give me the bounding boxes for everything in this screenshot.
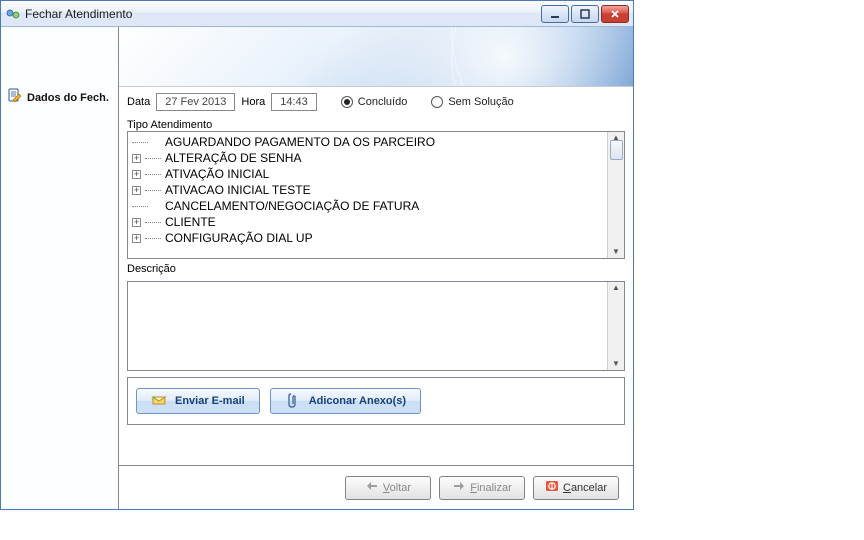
sidebar-item-label: Dados do Fech. — [27, 92, 109, 104]
scroll-down-icon[interactable]: ▼ — [612, 360, 620, 368]
enviar-email-label: Enviar E-mail — [175, 395, 245, 407]
date-time-row: Data 27 Fev 2013 Hora 14:43 Concluído Se… — [127, 91, 625, 117]
tree-expander-icon[interactable]: + — [132, 234, 141, 243]
main-panel: Data 27 Fev 2013 Hora 14:43 Concluído Se… — [119, 27, 633, 509]
radio-dot-icon — [341, 96, 353, 108]
tree-item-label: ATIVAÇÃO INICIAL — [165, 167, 269, 181]
radio-sem-solucao-label: Sem Solução — [448, 96, 513, 108]
form-area: Data 27 Fev 2013 Hora 14:43 Concluído Se… — [119, 87, 633, 465]
tipo-label: Tipo Atendimento — [127, 119, 625, 131]
cancel-icon — [545, 480, 559, 495]
scroll-down-icon[interactable]: ▼ — [612, 248, 620, 256]
tree-list: + AGUARDANDO PAGAMENTO DA OS PARCEIRO + … — [128, 132, 607, 258]
tree-item[interactable]: + ATIVAÇÃO INICIAL — [132, 166, 603, 182]
radio-dot-icon — [431, 96, 443, 108]
tree-item[interactable]: + ALTERAÇÃO DE SENHA — [132, 150, 603, 166]
mail-send-icon — [151, 392, 167, 411]
tree-expander-icon[interactable]: + — [132, 170, 141, 179]
window-controls — [541, 5, 629, 23]
scroll-up-icon[interactable]: ▲ — [612, 284, 620, 292]
tree-expander-icon[interactable]: + — [132, 218, 141, 227]
adicionar-anexo-button[interactable]: Adiconar Anexo(s) — [270, 388, 421, 414]
back-icon — [365, 480, 379, 495]
scroll-thumb[interactable] — [610, 140, 623, 160]
date-label: Data — [127, 96, 150, 108]
finalizar-button[interactable]: Finalizar — [439, 476, 525, 500]
enviar-email-button[interactable]: Enviar E-mail — [136, 388, 260, 414]
tree-expander-icon[interactable]: + — [132, 186, 141, 195]
voltar-button[interactable]: Voltar — [345, 476, 431, 500]
tree-item[interactable]: + CLIENTE — [132, 214, 603, 230]
tree-item-label: ALTERAÇÃO DE SENHA — [165, 151, 301, 165]
finalizar-label: Finalizar — [470, 482, 512, 494]
descricao-field[interactable]: ▲ ▼ — [127, 281, 625, 371]
radio-concluido[interactable]: Concluído — [341, 96, 408, 108]
document-edit-icon — [7, 88, 23, 107]
scrollbar[interactable]: ▲ ▼ — [607, 282, 624, 370]
sidebar-item-dados-fech[interactable]: Dados do Fech. — [3, 85, 116, 110]
time-field[interactable]: 14:43 — [271, 93, 317, 111]
tree-item[interactable]: + CONFIGURAÇÃO DIAL UP — [132, 230, 603, 246]
minimize-button[interactable] — [541, 5, 569, 23]
window-frame: Fechar Atendimento — [0, 0, 634, 510]
tree-item-label: CLIENTE — [165, 215, 216, 229]
tree-expander-icon[interactable]: + — [132, 154, 141, 163]
header-banner — [119, 27, 633, 87]
window-title: Fechar Atendimento — [25, 7, 541, 21]
date-field[interactable]: 27 Fev 2013 — [156, 93, 235, 111]
tree-item-label: ATIVACAO INICIAL TESTE — [165, 183, 311, 197]
client-area: Dados do Fech. Data 27 Fev 2013 Hora 14:… — [1, 27, 633, 509]
radio-concluido-label: Concluído — [358, 96, 408, 108]
scrollbar[interactable]: ▲ ▼ — [607, 132, 624, 258]
cancelar-button[interactable]: Cancelar — [533, 476, 619, 500]
titlebar[interactable]: Fechar Atendimento — [1, 1, 633, 27]
descricao-label: Descrição — [127, 263, 625, 275]
app-icon — [5, 6, 21, 22]
tipo-atendimento-tree[interactable]: + AGUARDANDO PAGAMENTO DA OS PARCEIRO + … — [127, 131, 625, 259]
forward-icon — [452, 480, 466, 495]
footer-buttons: Voltar Finalizar — [119, 465, 633, 509]
tree-item[interactable]: + ATIVACAO INICIAL TESTE — [132, 182, 603, 198]
status-radio-group: Concluído Sem Solução — [341, 96, 514, 108]
close-button[interactable] — [601, 5, 629, 23]
voltar-label: Voltar — [383, 482, 411, 494]
adicionar-anexo-label: Adiconar Anexo(s) — [309, 395, 406, 407]
radio-sem-solucao[interactable]: Sem Solução — [431, 96, 513, 108]
cancelar-label: Cancelar — [563, 482, 607, 494]
maximize-button[interactable] — [571, 5, 599, 23]
tree-item[interactable]: + CANCELAMENTO/NEGOCIAÇÃO DE FATURA — [132, 198, 603, 214]
attachment-icon — [285, 392, 301, 411]
tree-item-label: AGUARDANDO PAGAMENTO DA OS PARCEIRO — [165, 135, 435, 149]
tree-item[interactable]: + AGUARDANDO PAGAMENTO DA OS PARCEIRO — [132, 134, 603, 150]
action-panel: Enviar E-mail Adiconar Anexo(s) — [127, 377, 625, 425]
sidebar: Dados do Fech. — [1, 27, 119, 509]
tree-item-label: CONFIGURAÇÃO DIAL UP — [165, 231, 313, 245]
tree-item-label: CANCELAMENTO/NEGOCIAÇÃO DE FATURA — [165, 199, 419, 213]
time-label: Hora — [241, 96, 265, 108]
